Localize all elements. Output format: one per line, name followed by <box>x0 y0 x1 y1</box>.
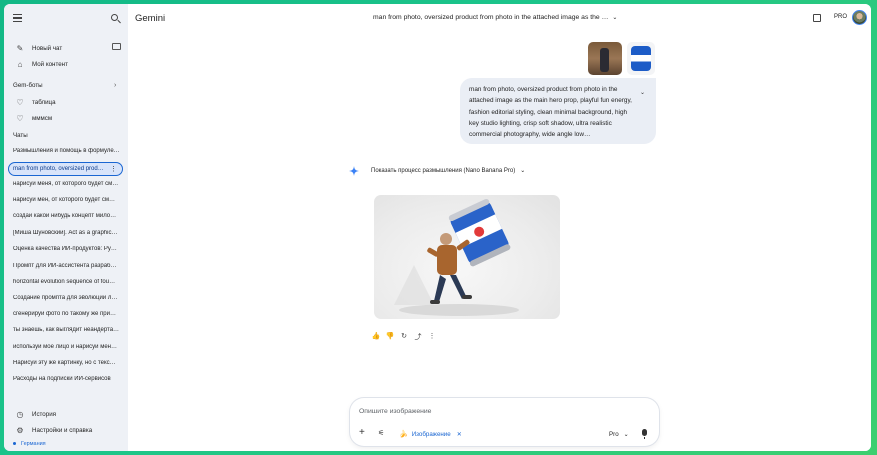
user-message-text: man from photo, oversized product from p… <box>469 86 632 139</box>
chat-item[interactable]: Размышления и помощь в формуле… <box>13 148 121 154</box>
more-options-icon[interactable]: ⋮ <box>427 332 437 342</box>
gem-label: таблица <box>32 98 56 106</box>
history-label: История <box>32 410 56 418</box>
user-message-bubble: man from photo, oversized product from p… <box>460 78 656 144</box>
regenerate-icon[interactable]: ↻ <box>399 332 409 342</box>
image-chip-label: Изображение <box>411 430 451 438</box>
chevron-down-icon: ⌄ <box>612 15 618 21</box>
sidebar-toggle-icon[interactable] <box>112 43 121 50</box>
chat-item[interactable]: Оценка качества ИИ-продуктов: Ру… <box>13 246 121 252</box>
thinking-label: Показать процесс размышления (Nano Banan… <box>371 168 516 174</box>
new-chat-button[interactable]: ✎ Новый чат <box>4 41 128 55</box>
microphone-icon[interactable] <box>642 429 647 439</box>
my-content-button[interactable]: ⌂ Мой контент <box>4 57 128 71</box>
gemini-spark-icon <box>349 166 359 176</box>
conversation-title[interactable]: man from photo, oversized product from p… <box>373 14 617 21</box>
location-dot-icon <box>13 442 16 446</box>
app-window: ✎ Новый чат ⌂ Мой контент Gem-боты › ♡ т… <box>4 4 871 451</box>
banana-icon: 🍌 <box>399 431 408 438</box>
chat-item[interactable]: используй мое лицо и нарисуй мен… <box>13 344 121 350</box>
country-indicator[interactable]: Германия <box>13 441 46 447</box>
main-panel: Gemini man from photo, oversized product… <box>128 4 871 451</box>
chat-item-active[interactable]: man from photo, oversized prod… ⋮ <box>8 162 123 176</box>
add-icon[interactable]: + <box>359 427 365 438</box>
new-chat-label: Новый чат <box>32 44 63 52</box>
chat-item[interactable]: нарисуй меня, от которого будет см… <box>13 181 121 187</box>
settings-button[interactable]: ⚙ Настройки и справка <box>4 423 128 437</box>
home-icon: ⌂ <box>17 59 23 69</box>
chats-section-label: Чаты <box>13 132 28 139</box>
chevron-down-icon: ⌄ <box>520 168 526 174</box>
tools-icon[interactable]: ⚟ <box>378 429 384 437</box>
gems-section[interactable]: Gem-боты › <box>4 78 128 92</box>
model-label: Pro <box>609 431 619 438</box>
attached-photo-thumbnail[interactable] <box>588 42 622 75</box>
chat-item[interactable]: сгенерируй фото по такому же при… <box>13 311 121 317</box>
gem-item[interactable]: ♡ мммсм <box>4 111 128 125</box>
chat-item[interactable]: Нарисуй эту же картинку, но с текс… <box>13 360 121 366</box>
generated-image-art <box>394 198 519 316</box>
model-selector[interactable]: Pro ⌄ <box>609 431 629 438</box>
pro-badge[interactable]: PRO <box>834 14 847 20</box>
menu-icon[interactable] <box>13 14 22 22</box>
chat-item[interactable]: Промпт для ИИ-ассистента разраб… <box>13 263 121 269</box>
generated-image[interactable] <box>374 195 560 319</box>
chevron-down-icon: ⌄ <box>623 431 629 438</box>
chat-item[interactable]: создай какой нибудь концепт мило… <box>13 213 121 219</box>
chat-item[interactable]: [Миша Шуновский]. Act as a graphic… <box>13 230 121 236</box>
app-title[interactable]: Gemini <box>135 13 165 24</box>
gem-icon: ♡ <box>16 113 24 123</box>
chat-item[interactable]: Расходы на подписки ИИ-сервисов <box>13 376 121 382</box>
chevron-right-icon: › <box>114 81 117 89</box>
history-icon: ◷ <box>16 409 24 419</box>
gem-label: мммсм <box>32 114 53 122</box>
chat-item[interactable]: ты знаешь, как выглядит неандерта… <box>13 327 121 333</box>
gem-item[interactable]: ♡ таблица <box>4 95 128 109</box>
share-icon[interactable]: ⤴ <box>413 332 423 342</box>
gem-icon: ♡ <box>16 97 24 107</box>
expand-chevron-icon[interactable]: ⌄ <box>640 89 645 96</box>
image-tool-chip[interactable]: 🍌 Изображение ✕ <box>399 430 462 439</box>
chat-item-label: man from photo, oversized prod… <box>13 166 104 172</box>
chat-item[interactable]: horizontal evolution sequence of fou… <box>13 279 121 285</box>
attached-product-thumbnail[interactable] <box>627 42 655 75</box>
response-actions: 👍 👎 ↻ ⤴ ⋮ <box>371 332 437 342</box>
chat-item[interactable]: Создание промпта для эволюции л… <box>13 295 121 301</box>
settings-label: Настройки и справка <box>32 426 93 434</box>
chat-item[interactable]: нарисуй мен, от которого будет см… <box>13 197 121 203</box>
prompt-input[interactable] <box>359 405 639 417</box>
edit-icon: ✎ <box>16 43 24 53</box>
thumbs-down-icon[interactable]: 👎 <box>385 332 395 342</box>
prompt-composer: + ⚟ 🍌 Изображение ✕ Pro ⌄ <box>350 398 659 446</box>
gems-label: Gem-боты <box>13 81 43 89</box>
gear-icon: ⚙ <box>16 425 24 435</box>
country-label: Германия <box>21 441 46 447</box>
thumbs-up-icon[interactable]: 👍 <box>371 332 381 342</box>
more-options-icon[interactable]: ⋮ <box>110 165 117 173</box>
search-icon[interactable] <box>111 14 118 21</box>
conversation-title-text: man from photo, oversized product from p… <box>373 14 609 21</box>
show-thinking-toggle[interactable]: Показать процесс размышления (Nano Banan… <box>371 167 525 174</box>
close-icon[interactable]: ✕ <box>457 431 462 438</box>
my-content-label: Мой контент <box>32 60 68 68</box>
sidebar: ✎ Новый чат ⌂ Мой контент Gem-боты › ♡ т… <box>4 4 128 451</box>
history-button[interactable]: ◷ История <box>4 407 128 421</box>
avatar[interactable] <box>852 10 867 25</box>
gift-icon[interactable] <box>813 14 821 22</box>
